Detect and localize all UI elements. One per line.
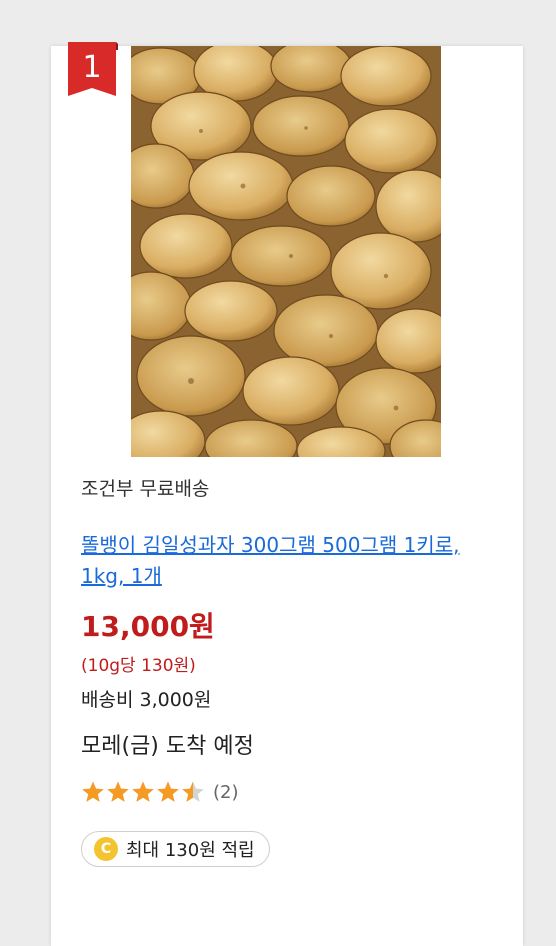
product-info: 조건부 무료배송 똘뱅이 김일성과자 300그램 500그램 1키로, 1kg,…	[81, 472, 481, 867]
points-badge[interactable]: C 최대 130원 적립	[81, 831, 270, 867]
points-text: 최대 130원 적립	[126, 840, 255, 861]
star-rating	[81, 780, 206, 804]
unit-price: (10g당 130원)	[81, 656, 196, 676]
price: 13,000원	[81, 610, 215, 643]
review-count[interactable]: (2)	[213, 782, 239, 803]
star-icon	[157, 781, 179, 802]
star-icon	[107, 781, 129, 802]
product-image[interactable]	[110, 39, 463, 476]
rating[interactable]: (2)	[81, 775, 481, 809]
product-title-link[interactable]: 똘뱅이 김일성과자 300그램 500그램 1키로, 1kg, 1개	[81, 530, 481, 592]
star-icon	[82, 781, 104, 802]
product-photo	[110, 39, 463, 476]
rank-badge: 1	[68, 38, 118, 102]
star-icon	[182, 781, 204, 802]
shipping-fee: 배송비 3,000원	[81, 689, 212, 711]
rank-number: 1	[82, 50, 102, 85]
shipping-condition: 조건부 무료배송	[81, 478, 210, 500]
coin-icon: C	[94, 837, 118, 861]
star-icon	[132, 781, 154, 802]
arrival-date: 모레(금) 도착 예정	[81, 734, 254, 759]
